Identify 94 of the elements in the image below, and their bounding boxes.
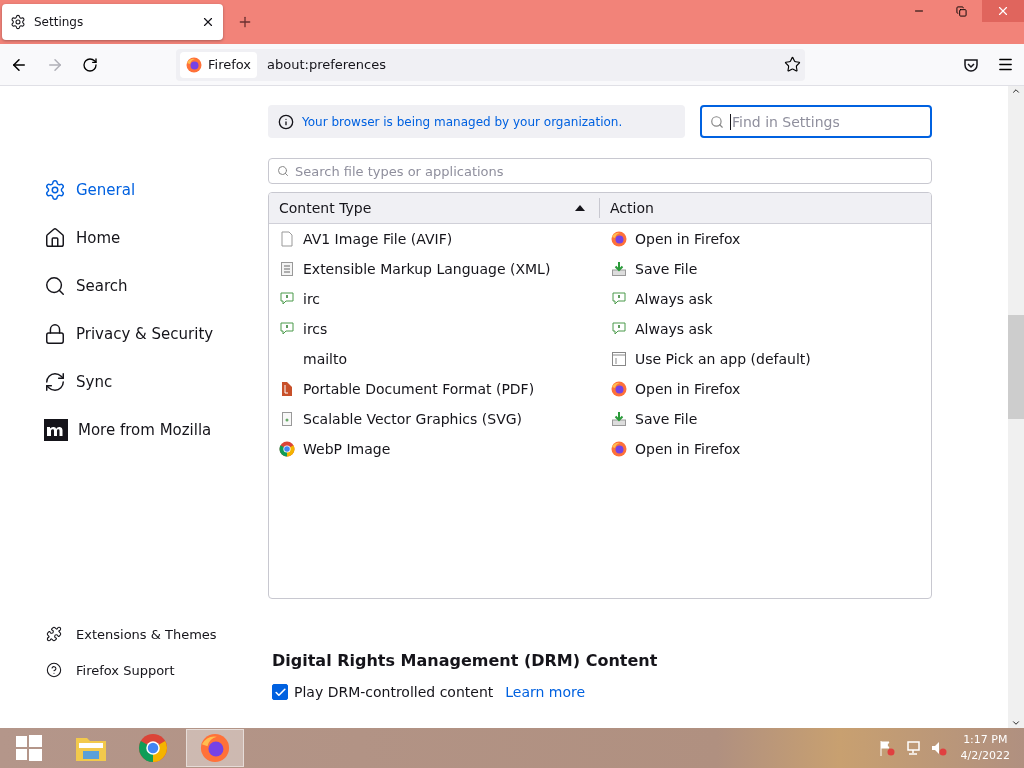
document-icon <box>279 261 295 277</box>
chat-icon <box>279 291 295 307</box>
tab-title: Settings <box>34 15 85 29</box>
search-icon <box>710 114 724 129</box>
table-cell: Extensible Markup Language (XML) <box>303 261 551 277</box>
download-icon <box>611 411 627 427</box>
table-cell: ircs <box>303 321 328 337</box>
chrome-icon <box>279 441 295 457</box>
table-row[interactable]: Portable Document Format (PDF) Open in Firefox <box>269 374 931 404</box>
sidebar-link[interactable]: Extensions & Themes <box>44 616 268 652</box>
speaker-muted-icon[interactable] <box>930 740 947 756</box>
firefox-icon <box>200 733 230 763</box>
reload-icon[interactable] <box>82 56 98 73</box>
table-cell: Always ask <box>635 291 713 307</box>
firefox-icon <box>611 231 627 247</box>
search-icon <box>277 165 289 177</box>
sidebar-item[interactable]: Sync <box>44 358 268 406</box>
sort-ascending-icon[interactable] <box>575 205 585 211</box>
sidebar-item[interactable]: Privacy & Security <box>44 310 268 358</box>
table-cell: Open in Firefox <box>635 441 741 457</box>
document-icon <box>279 231 295 247</box>
puzzle-icon <box>46 626 62 642</box>
table-cell: Use Pick an app (default) <box>635 351 811 367</box>
new-tab-icon[interactable] <box>237 14 253 30</box>
column-header[interactable]: Content Type <box>269 200 469 216</box>
table-cell: AV1 Image File (AVIF) <box>303 231 453 247</box>
drm-checkbox[interactable] <box>272 684 288 700</box>
url-text: about:preferences <box>267 57 388 72</box>
table-row[interactable]: WebP Image Open in Firefox <box>269 434 931 464</box>
date-text: 4/2/2022 <box>960 748 1010 764</box>
chat-icon <box>611 291 627 307</box>
mozilla-logo-icon <box>44 419 68 441</box>
table-row[interactable]: ircs Always ask <box>269 314 931 344</box>
document-icon <box>279 411 295 427</box>
sidebar-item[interactable]: Search <box>44 262 268 310</box>
table-cell: Save File <box>635 411 698 427</box>
download-icon <box>611 261 627 277</box>
firefox-icon <box>186 56 202 73</box>
settings-icon <box>10 14 26 30</box>
search-icon <box>44 275 66 297</box>
sidebar-item[interactable]: General <box>44 166 268 214</box>
table-row[interactable]: Extensible Markup Language (XML) Save File <box>269 254 931 284</box>
table-row[interactable]: irc Always ask <box>269 284 931 314</box>
flag-icon[interactable] <box>878 740 895 756</box>
firefox-icon <box>611 381 627 397</box>
help-icon <box>46 662 62 678</box>
close-icon[interactable] <box>201 15 215 29</box>
sidebar-item[interactable]: More from Mozilla <box>44 406 268 454</box>
scrollbar[interactable] <box>1008 86 1024 728</box>
browser-tab[interactable]: Settings <box>2 4 223 40</box>
pdf-icon <box>279 381 295 397</box>
windows-logo-icon <box>16 735 42 761</box>
table-cell: Open in Firefox <box>635 231 741 247</box>
identity-button[interactable]: Firefox <box>180 51 258 78</box>
learn-more-link[interactable]: Learn more <box>505 684 586 700</box>
time-text: 1:17 PM <box>963 732 1008 748</box>
column-header[interactable]: Action <box>600 193 900 223</box>
table-cell: Always ask <box>635 321 713 337</box>
table-cell: WebP Image <box>303 441 391 457</box>
table-cell: Scalable Vector Graphics (SVG) <box>303 411 523 427</box>
table-cell: Save File <box>635 261 698 277</box>
home-icon <box>44 227 66 249</box>
star-icon[interactable] <box>784 56 801 73</box>
chat-icon <box>279 321 295 337</box>
scroll-thumb[interactable] <box>1008 315 1024 419</box>
network-icon[interactable] <box>904 740 921 756</box>
sidebar-link[interactable]: Firefox Support <box>44 652 268 688</box>
firefox-icon <box>611 441 627 457</box>
scroll-down-icon[interactable] <box>1011 718 1021 728</box>
sync-icon <box>44 371 66 393</box>
settings-icon <box>44 179 66 201</box>
info-icon <box>278 113 294 130</box>
menu-icon[interactable] <box>997 56 1014 73</box>
lock-icon <box>44 323 66 345</box>
table-cell: Portable Document Format (PDF) <box>303 381 535 397</box>
section-heading: Digital Rights Management (DRM) Content <box>272 651 659 670</box>
table-cell: irc <box>303 291 321 307</box>
pocket-icon[interactable] <box>963 56 979 73</box>
chat-icon <box>611 321 627 337</box>
window-icon <box>611 351 627 367</box>
restore-icon <box>955 5 967 17</box>
table-row[interactable]: mailto Use Pick an app (default) <box>269 344 931 374</box>
table-row[interactable]: AV1 Image File (AVIF) Open in Firefox <box>269 224 931 254</box>
table-cell: Open in Firefox <box>635 381 741 397</box>
table-cell: mailto <box>303 351 348 367</box>
chrome-icon <box>138 733 168 763</box>
checkbox-label: Play DRM-controlled content <box>294 684 494 700</box>
scroll-up-icon[interactable] <box>1011 86 1021 96</box>
sidebar-item[interactable]: Home <box>44 214 268 262</box>
table-row[interactable]: Scalable Vector Graphics (SVG) Save File <box>269 404 931 434</box>
firefox-button[interactable] <box>186 729 244 767</box>
close-icon <box>996 4 1010 18</box>
managed-notice: Your browser is being managed by your organization. <box>268 105 685 138</box>
address-bar[interactable]: Firefox about:preferences <box>176 48 805 81</box>
